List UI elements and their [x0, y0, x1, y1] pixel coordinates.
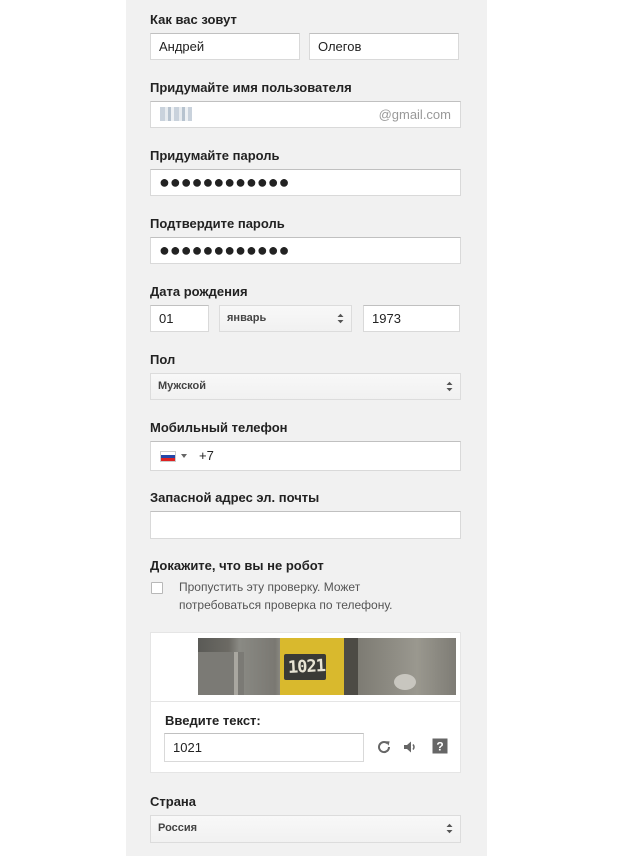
masked-username: [160, 107, 192, 122]
select-arrows-icon: [337, 313, 344, 324]
password-label: Придумайте пароль: [150, 148, 280, 163]
captcha-divider: [151, 701, 460, 702]
password-input[interactable]: ●●●●●●●●●●●●: [150, 169, 461, 196]
captcha-image-text: 1021: [287, 656, 326, 678]
phone-label: Мобильный телефон: [150, 420, 288, 435]
captcha-box: 1021 Введите текст: 1021 ?: [150, 632, 461, 773]
phone-country-code: +7: [199, 448, 214, 463]
confirm-password-input[interactable]: ●●●●●●●●●●●●: [150, 237, 461, 264]
birth-month-value: январь: [227, 312, 267, 324]
captcha-image: 1021: [198, 638, 456, 695]
skip-verification-checkbox[interactable]: [151, 582, 163, 594]
select-arrows-icon: [446, 381, 453, 392]
first-name-input[interactable]: Андрей: [150, 33, 300, 60]
captcha-input[interactable]: 1021: [164, 733, 364, 762]
username-input[interactable]: @gmail.com: [150, 101, 461, 128]
russia-flag-icon[interactable]: [160, 451, 176, 462]
country-value: Россия: [158, 822, 198, 834]
last-name-input[interactable]: Олегов: [309, 33, 459, 60]
username-label: Придумайте имя пользователя: [150, 80, 352, 95]
audio-icon[interactable]: [402, 739, 418, 755]
country-select[interactable]: Россия: [150, 815, 461, 843]
birthdate-label: Дата рождения: [150, 284, 248, 299]
country-label: Страна: [150, 794, 197, 809]
gender-label: Пол: [150, 352, 176, 367]
svg-text:?: ?: [436, 740, 443, 754]
enter-text-label: Введите текст:: [165, 713, 261, 728]
gender-select[interactable]: Мужской: [150, 373, 461, 400]
birth-day-input[interactable]: 01: [150, 305, 209, 332]
refresh-icon[interactable]: [376, 739, 392, 755]
robot-label: Докажите, что вы не робот: [150, 558, 324, 573]
confirm-password-label: Подтвердите пароль: [150, 216, 285, 231]
help-icon[interactable]: ?: [432, 738, 448, 754]
birth-year-input[interactable]: 1973: [363, 305, 460, 332]
recovery-email-input[interactable]: [150, 511, 461, 539]
gmail-suffix: @gmail.com: [378, 107, 451, 122]
phone-input[interactable]: +7: [150, 441, 461, 471]
skip-verification-text: Пропустить эту проверку. Может потребова…: [179, 580, 393, 612]
chevron-down-icon[interactable]: [181, 454, 187, 458]
birth-month-select[interactable]: январь: [219, 305, 352, 332]
name-label: Как вас зовут: [150, 12, 237, 27]
recovery-email-label: Запасной адрес эл. почты: [150, 490, 320, 505]
select-arrows-icon: [446, 823, 453, 834]
gender-value: Мужской: [158, 380, 207, 392]
